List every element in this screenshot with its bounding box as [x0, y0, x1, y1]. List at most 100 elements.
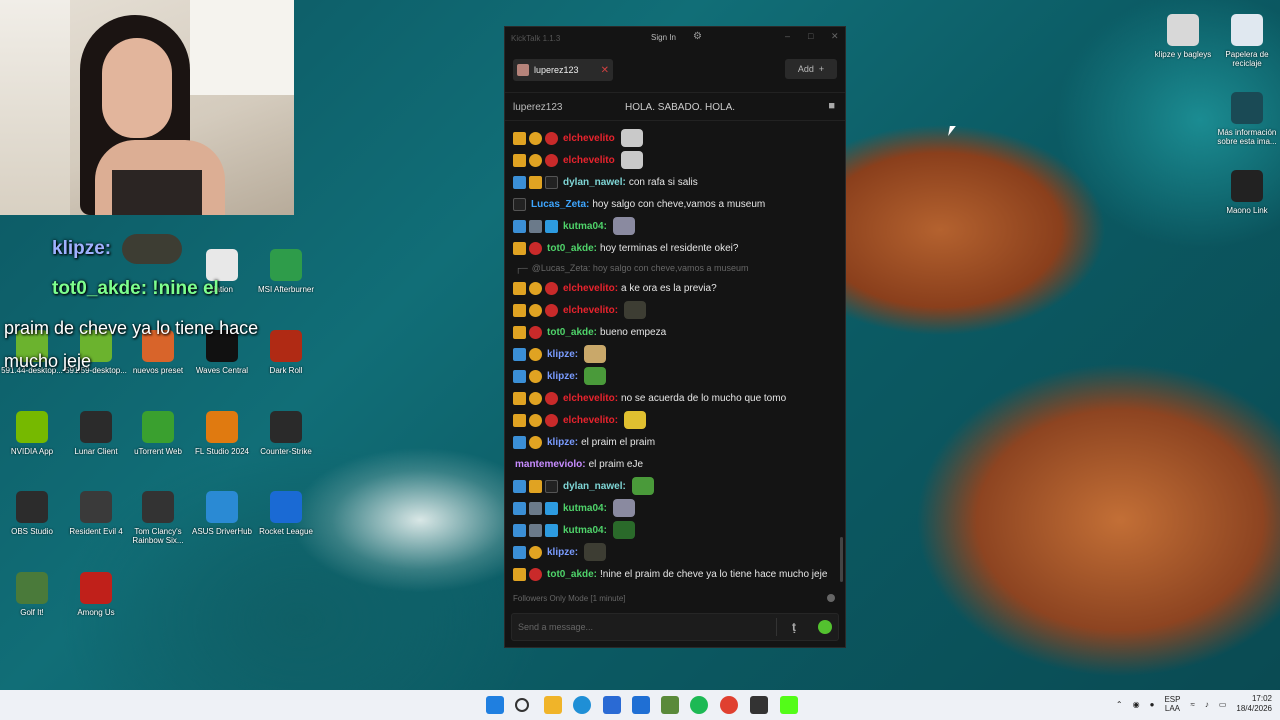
desktop-icon[interactable]: NVIDIA App — [0, 411, 67, 456]
kicktalk-titlebar[interactable]: KickTalk 1.1.3 Sign In ⚙ – □ ✕ — [505, 27, 845, 49]
volume-icon[interactable]: ♪ — [1205, 700, 1209, 709]
chat-username[interactable]: dylan_nawel: — [563, 177, 626, 188]
chat-username[interactable]: elchevelito: — [563, 283, 618, 294]
desktop-icon[interactable]: Tom Clancy's Rainbow Six... — [123, 491, 193, 545]
edge-icon[interactable] — [573, 696, 591, 714]
desktop-icon[interactable]: klipze y bagleys — [1148, 14, 1218, 59]
desktop-icon[interactable]: Papelera de reciclaje — [1212, 14, 1280, 68]
chat-username[interactable]: elchevelito: — [563, 393, 618, 404]
chat-message[interactable]: elchevelito: a ke ora es la previa? — [505, 277, 845, 299]
clock[interactable]: 17:02 18/4/2026 — [1236, 694, 1272, 714]
sign-in-button[interactable]: Sign In — [651, 33, 676, 42]
gear-icon[interactable]: ⚙ — [693, 31, 702, 42]
chat-message[interactable]: tot0_akde: !nine el praim de cheve ya lo … — [505, 563, 845, 585]
blue-badge-icon — [513, 175, 526, 189]
chat-message[interactable]: klipze: — [505, 343, 845, 365]
desktop-icon[interactable]: Maono Link — [1212, 170, 1280, 215]
desktop-icon[interactable]: MSI Afterburner — [251, 249, 321, 294]
desktop-icon[interactable]: Counter-Strike — [251, 411, 321, 456]
tab-luperez123[interactable]: luperez123 ✕ — [513, 59, 613, 81]
chat-message[interactable]: tot0_akde: hoy terminas el residente okei… — [505, 237, 845, 259]
microphone-icon[interactable]: ● — [1150, 700, 1155, 709]
crown-badge-icon — [529, 479, 542, 493]
chat-username[interactable]: dylan_nawel: — [563, 481, 626, 492]
chat-scrollbar[interactable] — [840, 537, 843, 582]
chat-message[interactable]: tot0_akde: bueno empeza — [505, 321, 845, 343]
desktop-icon[interactable]: Resident Evil 4 — [61, 491, 131, 536]
chat-username[interactable]: elchevelito — [563, 133, 615, 144]
chat-username[interactable]: mantemeviolo: — [515, 459, 586, 470]
chat-username[interactable]: klipze: — [547, 349, 578, 360]
chat-username[interactable]: elchevelito — [563, 155, 615, 166]
chrome-icon[interactable] — [720, 696, 738, 714]
maximize-icon[interactable]: □ — [808, 31, 813, 41]
chat-username[interactable]: kutma04: — [563, 503, 607, 514]
wifi-icon[interactable]: ≈ — [1190, 700, 1194, 709]
desktop-icon[interactable]: Golf It! — [0, 572, 67, 617]
desktop-icon[interactable]: FL Studio 2024 — [187, 411, 257, 456]
emote-icon — [620, 129, 643, 147]
desktop-icon[interactable]: ASUS DriverHub — [187, 491, 257, 536]
chat-username[interactable]: elchevelito: — [563, 415, 618, 426]
user-icon[interactable]: ■ — [828, 100, 835, 112]
chat-message[interactable]: klipze: — [505, 365, 845, 387]
store-icon[interactable] — [603, 696, 621, 714]
search-icon[interactable] — [515, 698, 529, 712]
close-icon[interactable]: ✕ — [831, 31, 839, 42]
chat-message[interactable]: klipze: el praim el praim — [505, 431, 845, 453]
chat-username[interactable]: elchevelito: — [563, 305, 618, 316]
chat-username[interactable]: kutma04: — [563, 221, 607, 232]
chat-username[interactable]: tot0_akde: — [547, 327, 597, 338]
chat-message[interactable]: dylan_nawel: con rafa si salis — [505, 171, 845, 193]
reply-preview[interactable]: ┌─ @Lucas_Zeta: hoy salgo con cheve,vamos… — [505, 259, 845, 277]
desktop-icon[interactable]: uTorrent Web — [123, 411, 193, 456]
desktop-icon[interactable]: Rocket League — [251, 491, 321, 536]
desktop-icon[interactable]: Among Us — [61, 572, 131, 617]
desktop-icon[interactable]: Más información sobre esta ima... — [1212, 92, 1280, 146]
chat-username[interactable]: klipze: — [547, 371, 578, 382]
chat-message[interactable]: elchevelito: — [505, 409, 845, 431]
chat-message[interactable]: mantemeviolo: el praim eJe — [505, 453, 845, 475]
translate-icon[interactable]: ṭ — [792, 620, 796, 634]
network-icon[interactable]: ◉ — [1133, 700, 1140, 709]
kick-icon[interactable] — [780, 696, 798, 714]
desktop-icon[interactable]: OBS Studio — [0, 491, 67, 536]
chat-username[interactable]: tot0_akde: — [547, 569, 597, 580]
message-input[interactable] — [512, 614, 762, 640]
chat-message[interactable]: Lucas_Zeta: hoy salgo con cheve,vamos a m… — [505, 193, 845, 215]
emote-picker-icon[interactable] — [818, 620, 832, 634]
chat-message[interactable]: elchevelito: — [505, 299, 845, 321]
chat-message[interactable]: kutma04: — [505, 497, 845, 519]
overlay-line-1: klipze: — [52, 238, 112, 259]
chat-username[interactable]: klipze: — [547, 437, 578, 448]
spotify-icon[interactable] — [690, 696, 708, 714]
chat-message[interactable]: elchevelito — [505, 149, 845, 171]
file-explorer-icon[interactable] — [544, 696, 562, 714]
battery-icon[interactable]: ▭ — [1219, 700, 1227, 709]
minimize-icon[interactable]: – — [785, 31, 790, 41]
chat-message[interactable]: dylan_nawel: — [505, 475, 845, 497]
chat-username[interactable]: Lucas_Zeta: — [531, 199, 589, 210]
close-tab-icon[interactable]: ✕ — [601, 65, 609, 76]
chat-message[interactable]: kutma04: — [505, 215, 845, 237]
chat-message[interactable]: klipze: — [505, 541, 845, 563]
desktop-icon-label: Counter-Strike — [260, 447, 312, 456]
info-icon[interactable] — [827, 594, 835, 602]
chat-message[interactable]: elchevelito: no se acuerda de lo mucho qu… — [505, 387, 845, 409]
reply-arrow-icon: ┌─ — [515, 263, 528, 273]
add-button[interactable]: Add + — [785, 59, 837, 79]
chat-message[interactable]: kutma04: — [505, 519, 845, 541]
desktop-icon[interactable]: Lunar Client — [61, 411, 131, 456]
chat-message[interactable]: elchevelito — [505, 127, 845, 149]
minecraft-icon[interactable] — [661, 696, 679, 714]
chat-username[interactable]: kutma04: — [563, 525, 607, 536]
chat-username[interactable]: tot0_akde: — [547, 243, 597, 254]
language-indicator[interactable]: ESP LAA — [1164, 695, 1180, 713]
chat-username[interactable]: klipze: — [547, 547, 578, 558]
start-icon[interactable] — [486, 696, 504, 714]
chat-messages[interactable]: elchevelito elchevelito dylan_nawel: con ra… — [505, 127, 845, 585]
chevron-up-icon[interactable]: ⌃ — [1116, 700, 1123, 709]
channel-name: luperez123 — [513, 102, 563, 113]
app-icon[interactable] — [750, 696, 768, 714]
outlook-icon[interactable] — [632, 696, 650, 714]
